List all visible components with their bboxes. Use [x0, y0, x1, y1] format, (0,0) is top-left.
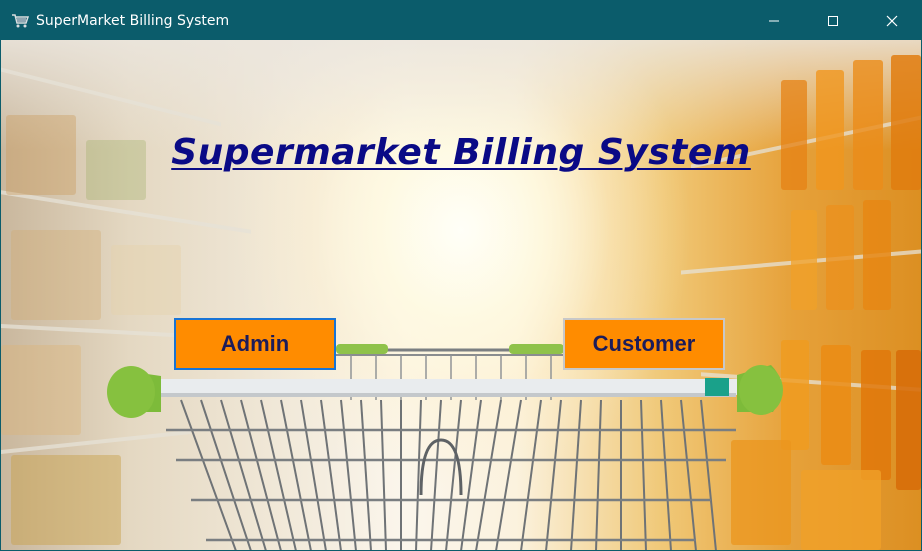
shopping-cart-icon [11, 12, 29, 30]
maximize-button[interactable] [803, 1, 862, 40]
background-image: Supermarket Billing System Admin Custome… [1, 40, 921, 550]
page-title: Supermarket Billing System [171, 132, 751, 173]
customer-button[interactable]: Customer [563, 318, 725, 370]
maximize-icon [827, 15, 838, 26]
title-bar[interactable]: SuperMarket Billing System [1, 1, 921, 40]
close-icon [886, 15, 897, 26]
app-window: SuperMarket Billing System Supermarket B… [0, 0, 922, 551]
admin-button[interactable]: Admin [174, 318, 336, 370]
close-button[interactable] [862, 1, 921, 40]
shopping-cart-image [107, 344, 783, 550]
window-title: SuperMarket Billing System [36, 12, 230, 29]
window-controls [744, 1, 921, 40]
minimize-icon [768, 20, 779, 21]
minimize-button[interactable] [744, 1, 803, 40]
